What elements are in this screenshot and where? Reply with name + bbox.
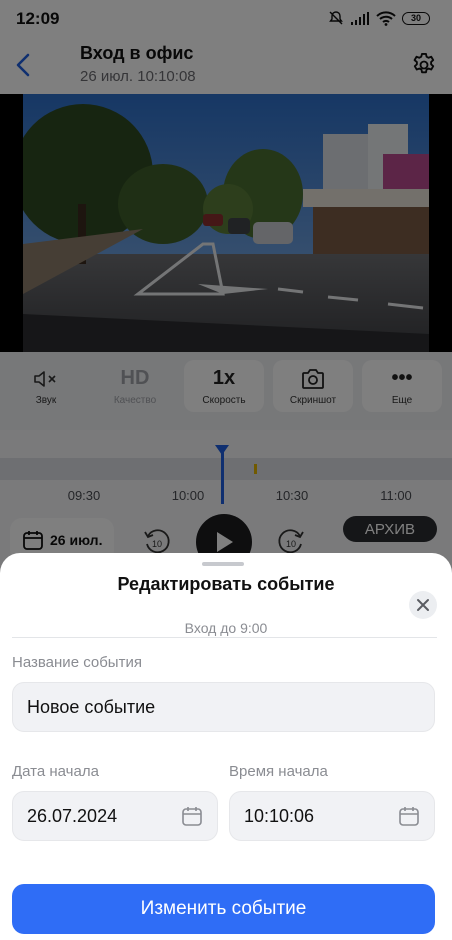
start-time-label: Время начала [229, 763, 328, 780]
start-time-value: 10:10:06 [244, 805, 315, 826]
start-date-label: Дата начала [12, 763, 99, 780]
sheet-title: Редактировать событие [117, 574, 335, 594]
close-button[interactable] [409, 591, 437, 619]
sheet-divider [12, 637, 437, 638]
close-icon [417, 599, 429, 611]
event-name-label: Название события [12, 654, 142, 671]
update-event-button[interactable]: Изменить событие [12, 884, 435, 934]
start-time-field[interactable]: 10:10:06 [229, 791, 435, 841]
calendar-icon[interactable] [398, 805, 420, 827]
sheet-grabber[interactable] [202, 562, 244, 566]
start-date-value: 26.07.2024 [27, 805, 118, 826]
sheet-subtitle: Вход до 9:00 [184, 620, 268, 636]
event-name-input[interactable]: Новое событие [12, 682, 435, 732]
calendar-icon[interactable] [181, 805, 203, 827]
start-date-field[interactable]: 26.07.2024 [12, 791, 218, 841]
edit-event-sheet: Редактировать событие Вход до 9:00 Назва… [0, 553, 452, 940]
